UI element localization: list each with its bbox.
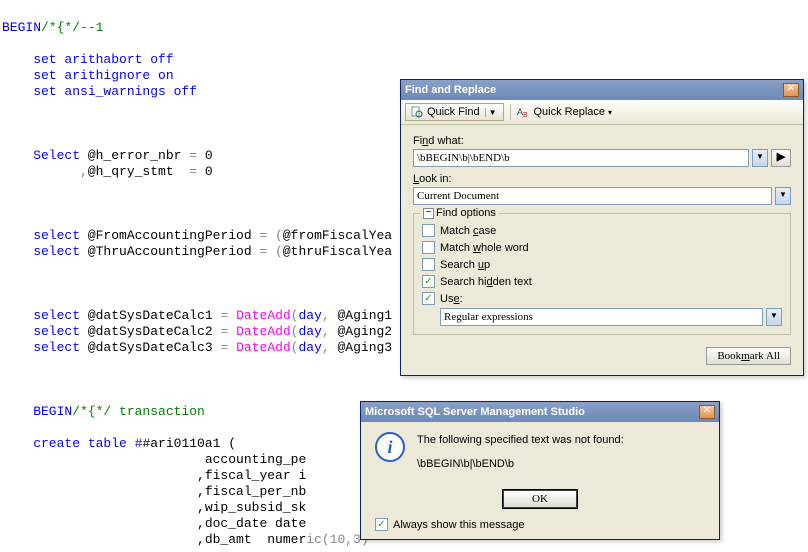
quick-replace-button[interactable]: AB Quick Replace ▾ [517,105,613,119]
find-history-dropdown[interactable]: ▼ [752,149,768,167]
dropdown-arrow-icon[interactable]: ▼ [485,108,497,117]
code-line: set ansi_warnings off [2,84,197,99]
look-in-dropdown[interactable]: ▼ [775,187,791,205]
bookmark-all-button[interactable]: Bookmark All [706,347,791,365]
kw: select [2,340,88,355]
message-text: The following specified text was not fou… [417,432,624,472]
code-line: accounting_pe [2,452,306,467]
dialog-body: Find what: ▼ ▶ Look in: ▼ − Find options… [401,125,803,375]
comment: /*{*/ transaction [72,404,205,419]
code-line: ,wip_subsid_sk [2,500,306,515]
quick-replace-label: Quick Replace [534,106,606,118]
comment: /*{*/--1 [41,20,103,35]
keyword: BEGIN [2,404,72,419]
find-what-input[interactable] [413,149,749,167]
use-type-dropdown[interactable]: ▼ [766,308,782,326]
close-button[interactable]: ✕ [699,405,715,419]
dropdown-arrow-icon[interactable]: ▾ [608,108,612,117]
message-dialog: Microsoft SQL Server Management Studio ✕… [360,401,720,540]
use-type-select[interactable] [440,308,763,326]
message-title: Microsoft SQL Server Management Studio [365,406,585,418]
find-options-label: Find options [436,207,496,219]
match-case-label: Match case [440,225,496,237]
titlebar[interactable]: Microsoft SQL Server Management Studio ✕ [361,402,719,422]
svg-text:B: B [523,112,528,118]
find-options-group: − Find options Match case Match whole wo… [413,213,791,335]
look-in-label: Look in: [413,173,791,185]
code-line: ,fiscal_year i [2,468,306,483]
code-line: set arithabort off [2,52,174,67]
quick-find-label: Quick Find [427,106,480,118]
toolbar: Quick Find ▼ AB Quick Replace ▾ [401,100,803,125]
kw: select [2,308,88,323]
kw: select [2,324,88,339]
kw: create table # [2,436,142,451]
info-icon: i [375,432,405,462]
dialog-title: Find and Replace [405,84,496,96]
quick-find-button[interactable]: Quick Find ▼ [405,103,504,121]
match-case-checkbox[interactable] [422,224,435,237]
always-show-label: Always show this message [393,519,524,531]
code-line: ,doc_date date [2,516,306,531]
kw: , [2,164,88,179]
code-line: ,db_amt numer [2,532,306,547]
search-hidden-checkbox[interactable] [422,275,435,288]
search-up-label: Search up [440,259,490,271]
code-line: ,fiscal_per_nb [2,484,306,499]
close-button[interactable]: ✕ [783,83,799,97]
keyword: BEGIN [2,20,41,35]
kw: select [2,244,88,259]
use-label: Use: [440,293,463,305]
search-hidden-label: Search hidden text [440,276,532,288]
replace-icon: AB [517,105,531,119]
match-whole-word-label: Match whole word [440,242,529,254]
always-show-checkbox[interactable] [375,518,388,531]
find-options-toggle[interactable]: − Find options [420,207,499,219]
message-line2: \bBEGIN\b|\bEND\b [417,456,624,472]
collapse-icon: − [423,208,434,219]
ok-button[interactable]: OK [503,490,577,508]
find-icon [410,105,424,119]
look-in-input[interactable] [413,187,772,205]
expression-builder-button[interactable]: ▶ [771,149,791,167]
separator [510,104,511,120]
find-replace-dialog: Find and Replace ✕ Quick Find ▼ AB Quick… [400,79,804,376]
find-what-label: Find what: [413,135,791,147]
message-line1: The following specified text was not fou… [417,432,624,448]
match-whole-word-checkbox[interactable] [422,241,435,254]
kw: Select [2,148,88,163]
use-checkbox[interactable] [422,292,435,305]
code-line: set arithignore on [2,68,174,83]
kw: select [2,228,88,243]
search-up-checkbox[interactable] [422,258,435,271]
titlebar[interactable]: Find and Replace ✕ [401,80,803,100]
